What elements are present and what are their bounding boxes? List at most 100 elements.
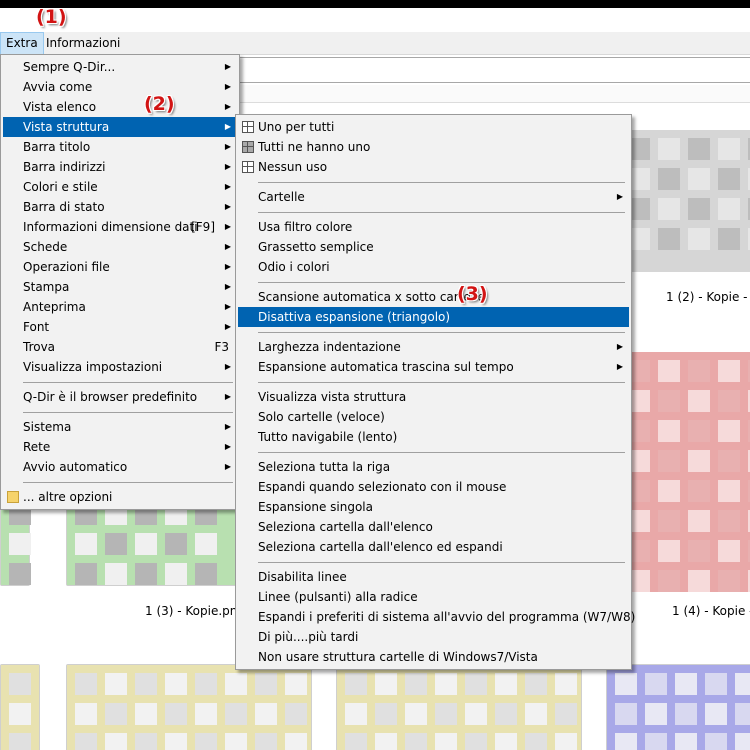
file-thumbnail[interactable] bbox=[620, 352, 750, 592]
menu-item-linee-radice[interactable]: Linee (pulsanti) alla radice bbox=[238, 587, 629, 607]
thumbnail-cell bbox=[718, 168, 740, 190]
thumbnail-cell bbox=[105, 673, 127, 695]
callout-3: (3) bbox=[457, 283, 488, 305]
file-thumbnail[interactable] bbox=[66, 664, 312, 750]
file-thumbnail[interactable] bbox=[606, 664, 750, 750]
thumbnail-cell bbox=[135, 533, 157, 555]
menu-separator bbox=[258, 382, 625, 383]
thumbnail-cell bbox=[9, 703, 31, 725]
menu-item-label: Stampa bbox=[23, 280, 70, 294]
thumbnail-cell bbox=[165, 733, 187, 750]
menu-item-avvio-automatico[interactable]: Avvio automatico ▶ bbox=[3, 457, 237, 477]
menu-item-schede[interactable]: Schede ▶ bbox=[3, 237, 237, 257]
menu-separator bbox=[258, 332, 625, 333]
thumbnail-cell bbox=[688, 198, 710, 220]
menu-item-odio-i-colori[interactable]: Odio i colori bbox=[238, 257, 629, 277]
menu-item-label: Operazioni file bbox=[23, 260, 110, 274]
menu-separator bbox=[258, 562, 625, 563]
thumbnail-cell bbox=[75, 703, 97, 725]
thumbnail-cell bbox=[555, 673, 577, 695]
menu-item-uno-per-tutti[interactable]: Uno per tutti bbox=[238, 117, 629, 137]
menu-item-seleziona-tutta-riga[interactable]: Seleziona tutta la riga bbox=[238, 457, 629, 477]
menu-item-rete[interactable]: Rete ▶ bbox=[3, 437, 237, 457]
menu-item-label: Disattiva espansione (triangolo) bbox=[258, 310, 451, 324]
menu-item-barra-titolo[interactable]: Barra titolo ▶ bbox=[3, 137, 237, 157]
thumbnail-cell bbox=[718, 360, 740, 382]
submenu-arrow-icon: ▶ bbox=[224, 142, 231, 151]
menu-separator bbox=[23, 482, 233, 483]
menu-item-label: Larghezza indentazione bbox=[258, 340, 401, 354]
menu-item-di-piu[interactable]: Di più....più tardi bbox=[238, 627, 629, 647]
thumbnail-cell bbox=[675, 703, 697, 725]
thumbnail-cell bbox=[735, 673, 750, 695]
menu-item-espandi-mouse[interactable]: Espandi quando selezionato con il mouse bbox=[238, 477, 629, 497]
menu-item-colori-stile[interactable]: Colori e stile ▶ bbox=[3, 177, 237, 197]
submenu-arrow-icon: ▶ bbox=[224, 462, 231, 471]
menu-item-barra-stato[interactable]: Barra di stato ▶ bbox=[3, 197, 237, 217]
menu-item-label: Scansione automatica x sotto cartelle bbox=[258, 290, 485, 304]
menu-item-usa-filtro-colore[interactable]: Usa filtro colore bbox=[238, 217, 629, 237]
menu-item-font[interactable]: Font ▶ bbox=[3, 317, 237, 337]
menu-informazioni[interactable]: Informazioni bbox=[41, 32, 125, 55]
thumbnail-cell bbox=[285, 673, 307, 695]
menu-item-label: Linee (pulsanti) alla radice bbox=[258, 590, 418, 604]
menu-item-tutti-ne-hanno-uno[interactable]: Tutti ne hanno uno bbox=[238, 137, 629, 157]
menu-item-sistema[interactable]: Sistema ▶ bbox=[3, 417, 237, 437]
menu-item-trova[interactable]: Trova F3 bbox=[3, 337, 237, 357]
menu-item-scansione-automatica[interactable]: Scansione automatica x sotto cartelle bbox=[238, 287, 629, 307]
menu-item-espansione-singola[interactable]: Espansione singola bbox=[238, 497, 629, 517]
menu-item-stampa[interactable]: Stampa ▶ bbox=[3, 277, 237, 297]
menu-item-seleziona-cartella[interactable]: Seleziona cartella dall'elenco bbox=[238, 517, 629, 537]
menu-item-seleziona-cartella-espandi[interactable]: Seleziona cartella dall'elenco ed espand… bbox=[238, 537, 629, 557]
thumbnail-cell bbox=[718, 390, 740, 412]
file-thumbnail[interactable] bbox=[336, 664, 582, 750]
thumbnail-cell bbox=[658, 390, 680, 412]
menu-item-browser-predefinito[interactable]: Q-Dir è il browser predefinito ▶ bbox=[3, 387, 237, 407]
file-thumbnail[interactable] bbox=[620, 130, 750, 272]
menu-item-disabilita-linee[interactable]: Disabilita linee bbox=[238, 567, 629, 587]
file-name: 1 (2) - Kopie - Ko bbox=[666, 290, 750, 304]
thumbnail-cell bbox=[405, 733, 427, 750]
menu-item-sempre-qdir[interactable]: Sempre Q-Dir... ▶ bbox=[3, 57, 237, 77]
menu-separator bbox=[23, 382, 233, 383]
thumbnail-cell bbox=[195, 533, 217, 555]
menu-item-vista-elenco[interactable]: Vista elenco ▶ bbox=[3, 97, 237, 117]
file-thumbnail[interactable] bbox=[0, 664, 40, 750]
menu-item-tutto-navigabile[interactable]: Tutto navigabile (lento) bbox=[238, 427, 629, 447]
thumbnail-cell bbox=[645, 733, 667, 750]
menu-item-espandi-preferiti[interactable]: Espandi i preferiti di sistema all'avvio… bbox=[238, 607, 635, 627]
menu-item-cartelle[interactable]: Cartelle ▶ bbox=[238, 187, 629, 207]
menu-item-altre-opzioni[interactable]: ... altre opzioni bbox=[3, 487, 237, 507]
menu-item-nessun-uso[interactable]: Nessun uso bbox=[238, 157, 629, 177]
menu-item-barra-indirizzi[interactable]: Barra indirizzi ▶ bbox=[3, 157, 237, 177]
menu-item-vista-struttura[interactable]: Vista struttura ▶ bbox=[3, 117, 237, 137]
thumbnail-cell bbox=[658, 570, 680, 592]
menu-item-non-usare-struttura[interactable]: Non usare struttura cartelle di Windows7… bbox=[238, 647, 629, 667]
menu-item-label: Font bbox=[23, 320, 50, 334]
thumbnail-cell bbox=[735, 703, 750, 725]
menu-item-label: Cartelle bbox=[258, 190, 305, 204]
menu-item-visualizza-impostazioni[interactable]: Visualizza impostazioni ▶ bbox=[3, 357, 237, 377]
menu-item-visualizza-vista-struttura[interactable]: Visualizza vista struttura bbox=[238, 387, 629, 407]
thumbnail-cell bbox=[658, 168, 680, 190]
menu-item-solo-cartelle[interactable]: Solo cartelle (veloce) bbox=[238, 407, 629, 427]
menu-item-operazioni-file[interactable]: Operazioni file ▶ bbox=[3, 257, 237, 277]
menu-item-larghezza-indentazione[interactable]: Larghezza indentazione ▶ bbox=[238, 337, 629, 357]
menu-extra[interactable]: Extra bbox=[0, 32, 44, 55]
thumbnail-cell bbox=[688, 360, 710, 382]
menu-item-label: Informazioni dimensione dati bbox=[23, 220, 198, 234]
thumbnail-cell bbox=[165, 563, 187, 585]
menu-item-info-dimensione[interactable]: Informazioni dimensione dati [F9] ▶ bbox=[3, 217, 237, 237]
thumbnail-cell bbox=[495, 733, 517, 750]
thumbnail-cell bbox=[688, 168, 710, 190]
thumbnail-cell bbox=[375, 673, 397, 695]
menu-item-anteprima[interactable]: Anteprima ▶ bbox=[3, 297, 237, 317]
menu-item-label: Q-Dir è il browser predefinito bbox=[23, 390, 198, 404]
menu-item-espansione-trascina[interactable]: Espansione automatica trascina sul tempo… bbox=[238, 357, 629, 377]
menu-item-grassetto-semplice[interactable]: Grassetto semplice bbox=[238, 237, 629, 257]
menu-item-avvia-come[interactable]: Avvia come ▶ bbox=[3, 77, 237, 97]
menu-separator bbox=[258, 182, 625, 183]
menu-item-disattiva-espansione[interactable]: Disattiva espansione (triangolo) bbox=[238, 307, 629, 327]
thumbnail-cell bbox=[75, 733, 97, 750]
menu-item-label: Odio i colori bbox=[258, 260, 330, 274]
